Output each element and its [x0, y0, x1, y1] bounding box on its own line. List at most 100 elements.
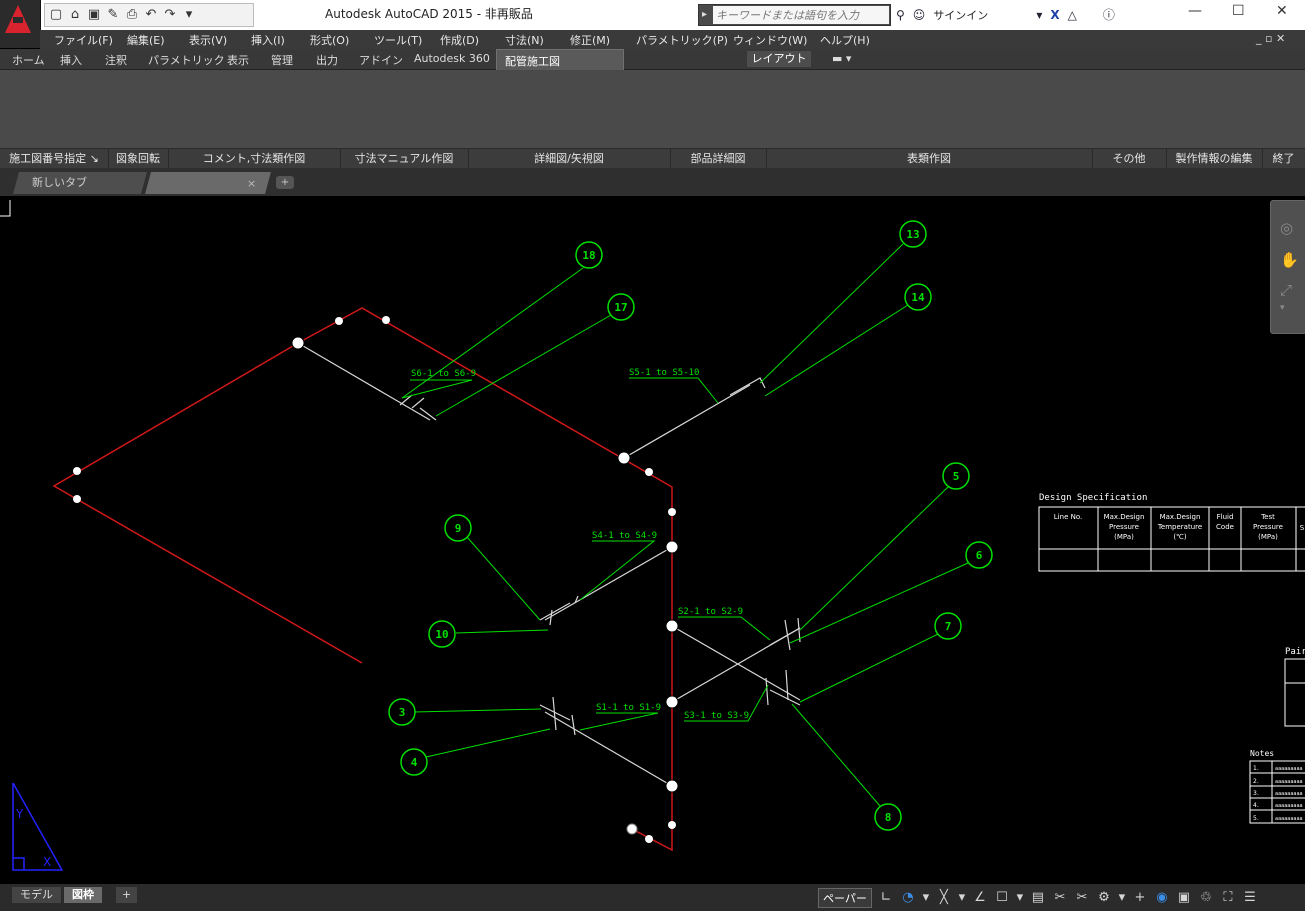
clean-screen-icon[interactable]: ⛶ — [1220, 890, 1236, 905]
menu-format[interactable]: 形式(O) — [310, 32, 349, 48]
design-spec-title: Design Specification — [1039, 493, 1147, 503]
navbar-dropdown-icon[interactable]: ▾ — [1280, 303, 1285, 313]
file-tab-new[interactable]: 新しいタブ — [13, 172, 147, 194]
panel-exit[interactable]: 終了 — [1262, 149, 1305, 168]
application-menu-button[interactable] — [0, 0, 41, 48]
lock-ui-icon[interactable]: ♲ — [1198, 890, 1214, 905]
panel-detail-view[interactable]: 詳細図/矢視図 — [468, 149, 671, 168]
tab-model[interactable]: モデル — [12, 887, 61, 903]
autocad-logo-icon — [5, 5, 31, 33]
tab-piping[interactable]: 配管施工図 — [496, 49, 624, 72]
tab-output[interactable]: 出力 — [316, 52, 338, 68]
menu-edit[interactable]: 編集(E) — [127, 32, 165, 48]
osnap-icon[interactable]: ╳ — [936, 890, 952, 905]
print-icon[interactable]: ⎙ — [125, 8, 139, 22]
tab-view[interactable]: 表示 — [227, 52, 249, 68]
note-5: 5. — [1253, 815, 1259, 822]
search-input[interactable] — [713, 6, 889, 24]
panel-edit-info[interactable]: 製作情報の編集 — [1166, 149, 1263, 168]
save-icon[interactable]: ▣ — [87, 8, 101, 22]
isolate-objects-icon[interactable]: ◉ — [1154, 890, 1170, 905]
doc-window-controls[interactable]: _ ▫ ✕ — [1256, 32, 1285, 45]
design-spec-table: Design Specification Line No. Max.Design… — [1038, 493, 1305, 572]
file-tab-close-icon[interactable]: × — [247, 177, 256, 190]
balloon-17: 17 — [614, 301, 627, 314]
menu-dimension[interactable]: 寸法(N) — [505, 32, 544, 48]
pan-icon[interactable]: ✋ — [1280, 251, 1299, 269]
signin-button[interactable]: サインイン — [933, 7, 988, 23]
polar-icon[interactable]: ◔ — [900, 890, 916, 905]
spec-header-test-pressure: Test Pressure (MPa) — [1253, 513, 1283, 541]
search-expand-icon[interactable]: ▸ — [702, 9, 707, 20]
paper-space-button[interactable]: ペーパー — [818, 887, 872, 908]
panel-part-detail[interactable]: 部品詳細図 — [670, 149, 767, 168]
steering-wheel-icon[interactable]: ◎ — [1280, 219, 1293, 237]
tab-frame-layout[interactable]: 図枠 — [64, 887, 102, 903]
maximize-icon[interactable]: ☐ — [1232, 3, 1245, 19]
tab-manage[interactable]: 管理 — [271, 52, 293, 68]
pipe-nodes — [73, 316, 676, 843]
tab-home[interactable]: ホーム — [12, 52, 45, 68]
help-icon[interactable]: ⓘ — [1103, 6, 1115, 23]
undo-icon[interactable]: ↶ — [144, 8, 158, 22]
menu-insert[interactable]: 挿入(I) — [251, 32, 285, 48]
qat-dropdown-icon[interactable]: ▾ — [182, 8, 196, 22]
panel-dim-manual[interactable]: 寸法マニュアル作図 — [340, 149, 469, 168]
panel-comment-dim[interactable]: コメント,寸法類作図 — [168, 149, 341, 168]
menu-draw[interactable]: 作成(D) — [440, 32, 479, 48]
isodraft-icon[interactable]: ∠ — [972, 890, 988, 905]
drawing-canvas[interactable]: 18 17 13 14 5 6 7 9 10 3 4 8 S6-1 to S6-… — [0, 196, 1305, 884]
annotation-visibility-icon[interactable]: ✂ — [1074, 890, 1090, 905]
zoom-extents-icon[interactable]: ⤢ — [1280, 281, 1292, 299]
osnap-dropdown-icon[interactable]: ▾ — [958, 890, 966, 905]
new-icon[interactable]: ▢ — [49, 8, 63, 22]
tab-autodesk360[interactable]: Autodesk 360 — [414, 52, 490, 65]
tab-add-layout[interactable]: + — [116, 887, 138, 903]
binoculars-icon[interactable]: ⚲ — [896, 8, 905, 22]
polar-dropdown-icon[interactable]: ▾ — [922, 890, 930, 905]
annotate-plus-icon[interactable]: + — [1132, 890, 1148, 905]
ortho-icon[interactable]: ∟ — [878, 890, 894, 905]
annotation-scale-icon[interactable]: ✂ — [1052, 890, 1068, 905]
tab-insert[interactable]: 挿入 — [60, 52, 82, 68]
user-icon[interactable]: ☺ — [913, 8, 926, 22]
menu-file[interactable]: ファイル(F) — [54, 32, 113, 48]
panel-rotate[interactable]: 図象回転 — [108, 149, 169, 168]
menu-window[interactable]: ウィンドウ(W) — [733, 32, 807, 48]
ribbon-minimize-icon[interactable]: ▬ ▾ — [832, 52, 851, 65]
tab-addins[interactable]: アドイン — [359, 52, 403, 68]
saveas-icon[interactable]: ✎ — [106, 8, 120, 22]
notes-title: Notes — [1250, 749, 1274, 758]
exchange-icon[interactable]: X — [1050, 8, 1059, 22]
panel-tables[interactable]: 表類作図 — [766, 149, 1093, 168]
redo-icon[interactable]: ↷ — [163, 8, 177, 22]
annotation-monitor-icon[interactable]: ▤ — [1030, 890, 1046, 905]
tab-annotate[interactable]: 注釈 — [105, 52, 127, 68]
selection-cycling-icon[interactable]: ☐ — [994, 890, 1010, 905]
paint-table: Pair — [1284, 647, 1305, 727]
panel-other[interactable]: その他 — [1092, 149, 1167, 168]
open-icon[interactable]: ⌂ — [68, 8, 82, 22]
selection-dropdown-icon[interactable]: ▾ — [1016, 890, 1024, 905]
workspace-dropdown-icon[interactable]: ▾ — [1118, 890, 1126, 905]
a360-icon[interactable]: △ — [1068, 8, 1077, 22]
hardware-acceleration-icon[interactable]: ▣ — [1176, 890, 1192, 905]
workspace-gear-icon[interactable]: ⚙ — [1096, 890, 1112, 905]
note-3: 3. — [1253, 790, 1259, 797]
spec-header-temperature: Max.Design Temperature (℃) — [1157, 513, 1202, 541]
ribbon-panel-area — [0, 70, 1305, 148]
customize-menu-icon[interactable]: ☰ — [1242, 890, 1258, 905]
tab-parametric[interactable]: パラメトリック — [148, 52, 225, 68]
menu-modify[interactable]: 修正(M) — [570, 32, 610, 48]
menu-help[interactable]: ヘルプ(H) — [820, 32, 870, 48]
file-tab-add-button[interactable]: + — [276, 176, 294, 189]
menu-tools[interactable]: ツール(T) — [374, 32, 422, 48]
balloon-3: 3 — [399, 706, 406, 719]
menu-view[interactable]: 表示(V) — [189, 32, 227, 48]
tab-layout-contextual[interactable]: レイアウト — [747, 51, 811, 67]
minimize-icon[interactable]: — — [1188, 3, 1202, 19]
signin-dropdown-icon[interactable]: ▾ — [1036, 8, 1042, 22]
close-icon[interactable]: ✕ — [1276, 3, 1288, 19]
menu-parametric[interactable]: パラメトリック(P) — [636, 32, 728, 48]
panel-drawing-number[interactable]: 施工図番号指定 ↘ — [0, 149, 109, 168]
